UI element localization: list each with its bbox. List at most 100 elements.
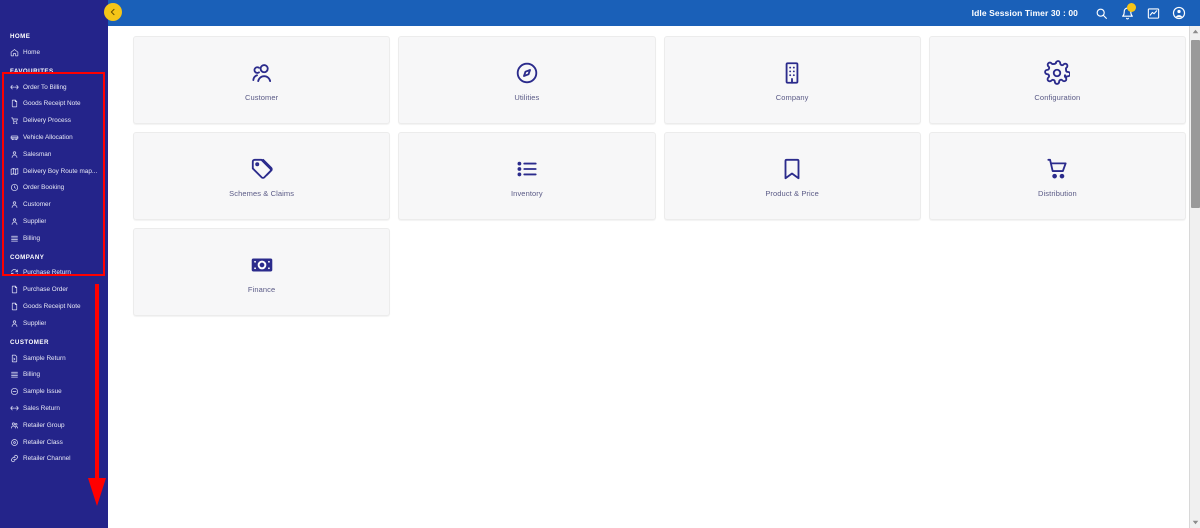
tile-company[interactable]: Company [663, 36, 921, 124]
tile-label: Company [775, 93, 809, 102]
tile-label: Finance [247, 285, 276, 294]
sidebar-item-label: Delivery Process [23, 117, 71, 125]
list-bullet-icon [514, 154, 540, 184]
banknote-icon [249, 250, 275, 280]
sidebar-item-home[interactable]: Home [0, 44, 102, 61]
sidebar-item-label: Goods Receipt Note [23, 303, 81, 311]
sidebar-item-label: Salesman [23, 150, 52, 158]
compass-icon [514, 58, 540, 88]
tile-label: Inventory [511, 189, 543, 198]
sidebar-collapse-button[interactable] [104, 3, 122, 21]
people-icon [249, 58, 275, 88]
top-bar-actions: Idle Session Timer 30 : 00 [972, 0, 1200, 26]
tile-label: Product & Price [765, 189, 819, 198]
sidebar-scrollbar-thumb[interactable] [1191, 40, 1200, 208]
home-icon [10, 48, 19, 57]
sidebar-item-sample-return[interactable]: Sample Return [0, 350, 102, 367]
sidebar-item-label: Purchase Return [23, 269, 71, 277]
arrows-horizontal-icon [10, 404, 19, 413]
tags-icon [249, 154, 275, 184]
sidebar-item-label: Retailer Channel [23, 455, 71, 463]
clock-icon [10, 183, 19, 192]
document-icon [10, 285, 19, 294]
caret-up-icon[interactable] [1190, 26, 1200, 37]
sidebar-item-label: Goods Receipt Note [23, 100, 81, 108]
notification-bell-icon[interactable] [1114, 0, 1140, 26]
shopping-cart-icon [1044, 154, 1070, 184]
list-icon [10, 370, 19, 379]
tile-label: Schemes & Claims [229, 189, 295, 198]
sidebar-item-label: Supplier [23, 217, 47, 225]
idle-session-timer: Idle Session Timer 30 : 00 [971, 8, 1078, 18]
sidebar-item-label: Sample Issue [23, 388, 62, 396]
person-icon [10, 217, 19, 226]
sidebar-item-billing[interactable]: Billing [0, 367, 102, 384]
tile-configuration[interactable]: Configuration [928, 36, 1186, 124]
map-icon [10, 167, 19, 176]
vehicle-icon [10, 133, 19, 142]
tile-utilities[interactable]: Utilities [398, 36, 656, 124]
sidebar-item-goods-receipt-note[interactable]: Goods Receipt Note [0, 96, 102, 113]
sidebar-item-order-to-billing[interactable]: Order To Billing [0, 79, 102, 96]
sidebar-item-customer[interactable]: Customer [0, 196, 102, 213]
minus-circle-icon [10, 387, 19, 396]
sidebar-item-retailer-class[interactable]: Retailer Class [0, 434, 102, 451]
sidebar-item-label: Order To Billing [23, 83, 67, 91]
sidebar-item-sample-issue[interactable]: Sample Issue [0, 383, 102, 400]
caret-down-icon[interactable] [1190, 517, 1200, 528]
user-account-icon[interactable] [1166, 0, 1192, 26]
sidebar-item-label: Vehicle Allocation [23, 134, 73, 142]
sidebar-item-delivery-boy-route-map[interactable]: Delivery Boy Route map... [0, 163, 102, 180]
module-tile-grid: Customer Utilities Company Configuration Sch… [133, 36, 1186, 316]
sidebar-item-sales-return[interactable]: Sales Return [0, 400, 102, 417]
sidebar-item-vehicle-allocation[interactable]: Vehicle Allocation [0, 129, 102, 146]
tile-finance[interactable]: Finance [133, 228, 391, 316]
sidebar-item-order-booking[interactable]: Order Booking [0, 179, 102, 196]
sidebar-group-title: COMPANY [10, 253, 45, 261]
analytics-chart-icon[interactable] [1140, 0, 1166, 26]
sidebar-item-label: Delivery Boy Route map... [23, 167, 98, 175]
sidebar-item-billing[interactable]: Billing [0, 230, 102, 247]
list-icon [10, 234, 19, 243]
sidebar-item-supplier[interactable]: Supplier [0, 213, 102, 230]
tile-schemes-claims[interactable]: Schemes & Claims [133, 132, 391, 220]
sidebar-navigation[interactable]: HOME Home FAVOURITES Order To Billing Goods … [0, 26, 108, 528]
link-icon [10, 454, 19, 463]
tile-customer[interactable]: Customer [133, 36, 391, 124]
tile-inventory[interactable]: Inventory [398, 132, 656, 220]
sidebar-item-label: Retailer Group [23, 421, 65, 429]
sidebar-item-label: Billing [23, 371, 41, 379]
sidebar-item-label: Purchase Order [23, 286, 69, 294]
sidebar-item-label: Sample Return [23, 354, 66, 362]
sidebar-item-label: Supplier [23, 319, 47, 327]
sidebar-item-retailer-group[interactable]: Retailer Group [0, 417, 102, 434]
sidebar-item-delivery-process[interactable]: Delivery Process [0, 112, 102, 129]
sidebar-item-goods-receipt-note[interactable]: Goods Receipt Note [0, 298, 102, 315]
document-arrow-icon [10, 354, 19, 363]
sidebar-group-title: CUSTOMER [10, 338, 49, 346]
sidebar-item-label: Order Booking [23, 184, 65, 192]
sidebar-item-purchase-order[interactable]: Purchase Order [0, 281, 102, 298]
sidebar-scrollbar[interactable] [1189, 26, 1200, 528]
person-icon [10, 319, 19, 328]
tile-product-price[interactable]: Product & Price [663, 132, 921, 220]
notification-badge [1127, 3, 1136, 12]
sidebar-item-label: Home [23, 48, 41, 56]
sidebar-item-retailer-channel[interactable]: Retailer Channel [0, 450, 102, 467]
gear-icon [1044, 58, 1071, 88]
top-bar-sidebar-extension [0, 0, 108, 26]
sidebar-item-label: Billing [23, 234, 41, 242]
sidebar-group-title: FAVOURITES [10, 67, 54, 75]
sidebar-item-supplier[interactable]: Supplier [0, 315, 102, 332]
sidebar-item-label: Sales Return [23, 404, 60, 412]
sidebar-item-label: Retailer Class [23, 438, 63, 446]
search-icon[interactable] [1088, 0, 1114, 26]
tile-label: Utilities [514, 93, 540, 102]
sidebar-item-salesman[interactable]: Salesman [0, 146, 102, 163]
sidebar-group-title: HOME [10, 33, 31, 40]
tile-distribution[interactable]: Distribution [928, 132, 1186, 220]
delivery-cart-icon [10, 116, 19, 125]
sidebar-item-purchase-return[interactable]: Purchase Return [0, 265, 102, 282]
tile-label: Configuration [1034, 93, 1081, 102]
tile-label: Customer [244, 93, 279, 102]
